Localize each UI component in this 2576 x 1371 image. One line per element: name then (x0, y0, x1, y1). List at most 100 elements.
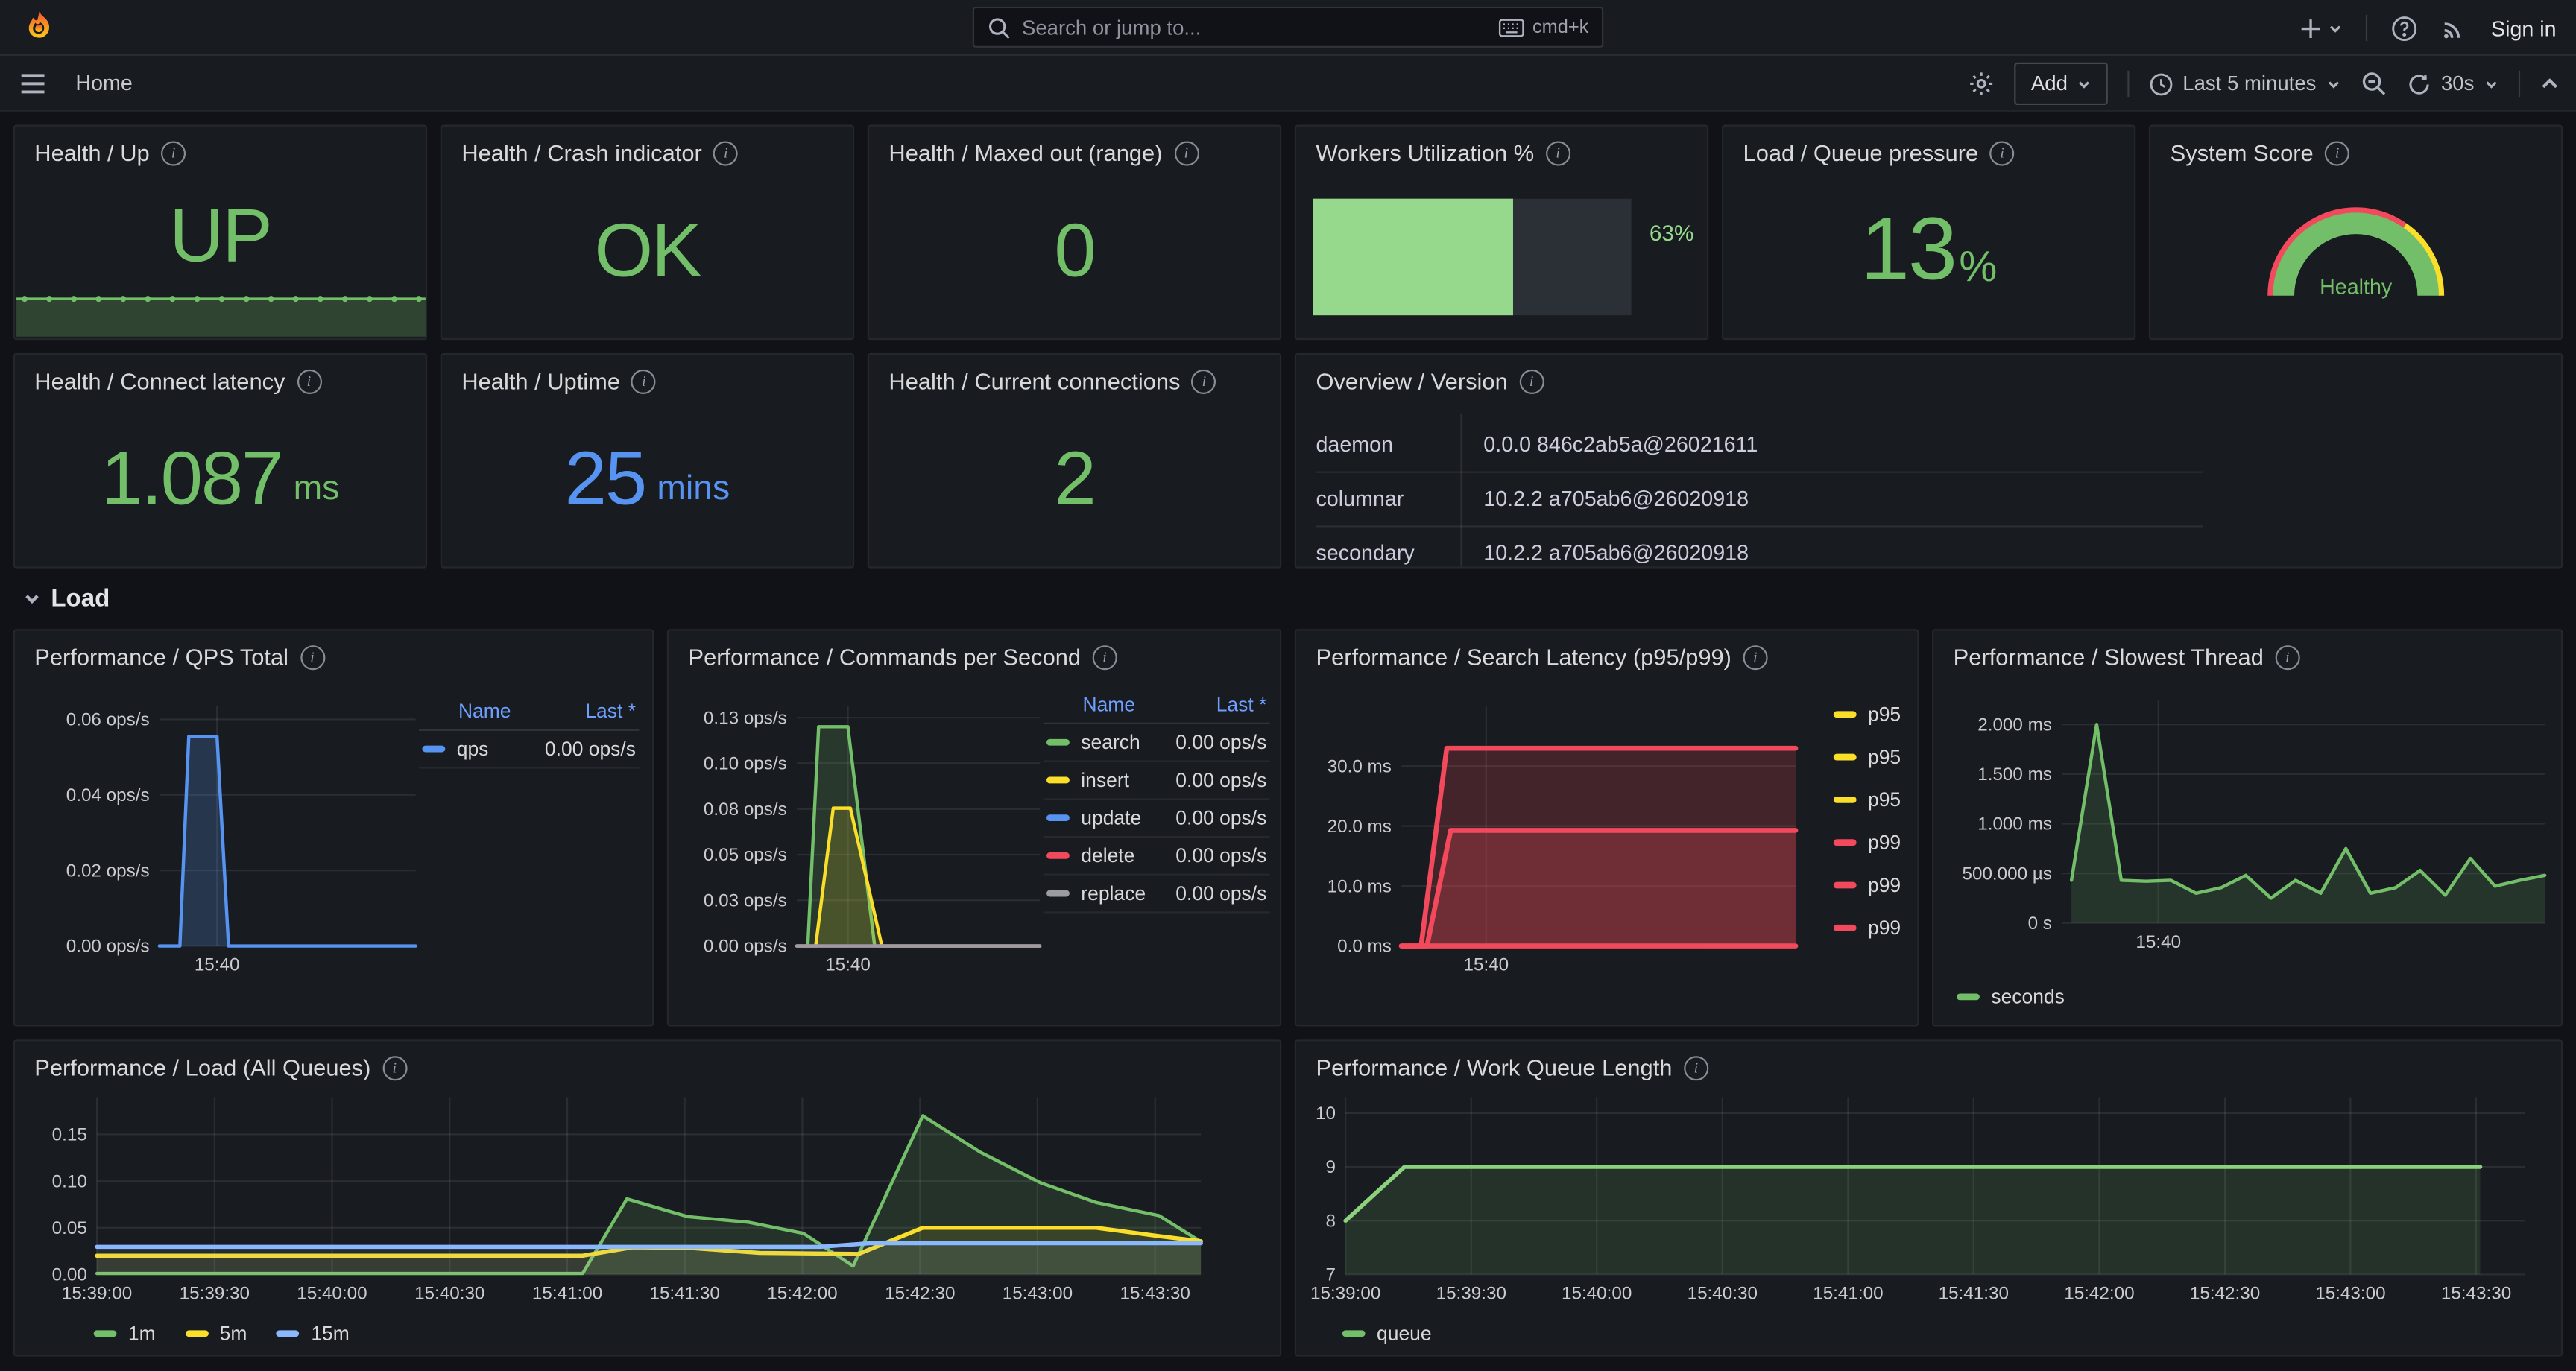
info-icon[interactable]: i (1192, 369, 1216, 393)
svg-text:30.0 ms: 30.0 ms (1328, 756, 1392, 776)
info-icon[interactable]: i (1519, 369, 1544, 393)
panel-title[interactable]: Health / Connect latency (34, 368, 285, 394)
info-icon[interactable]: i (1092, 645, 1117, 669)
stat-value: 0 (1054, 204, 1094, 293)
svg-text:15:41:00: 15:41:00 (532, 1283, 602, 1303)
up-sparkline[interactable] (16, 292, 427, 337)
legend-item[interactable]: 15m (277, 1322, 350, 1345)
dashboard-toolbar: Home Add Last 5 minutes 30s (0, 56, 2576, 112)
panel-version: Overview / Version i daemon 0.0.0 846c2ab… (1295, 353, 2563, 569)
svg-text:0.10 ops/s: 0.10 ops/s (704, 753, 787, 773)
panel-title[interactable]: Performance / Search Latency (p95/p99) (1316, 644, 1731, 670)
row-toggle-load[interactable]: Load (23, 585, 110, 612)
info-icon[interactable]: i (1684, 1055, 1708, 1080)
help-icon[interactable] (2391, 14, 2419, 42)
dashboard-content: Health / Upi UP Health / Crash indicator… (0, 112, 2576, 1371)
table-row[interactable]: daemon 0.0.0 846c2ab5a@26021611 (1316, 417, 2545, 472)
sign-in-button[interactable]: Sign in (2491, 16, 2557, 40)
svg-text:0.00 ops/s: 0.00 ops/s (704, 937, 787, 957)
legend-item[interactable]: qps0.00 ops/s (419, 731, 639, 769)
panel-title[interactable]: Performance / Load (All Queues) (34, 1054, 370, 1080)
legend-item[interactable]: p95 (1834, 703, 1901, 726)
load-chart[interactable]: 15:39:0015:39:3015:40:0015:40:3015:41:00… (22, 1084, 1277, 1324)
panel-title[interactable]: Health / Crash indicator (461, 139, 701, 165)
legend-item[interactable]: delete0.00 ops/s (1044, 838, 1270, 876)
panel-title[interactable]: Performance / Slowest Thread (1954, 644, 2264, 670)
panel-title[interactable]: Overview / Version (1316, 368, 1507, 394)
chevron-up-icon[interactable] (2540, 74, 2560, 93)
zoom-out-icon[interactable] (2361, 71, 2387, 97)
table-row[interactable]: columnar 10.2.2 a705ab6@26020918 (1316, 472, 2545, 526)
time-range-picker[interactable]: Last 5 minutes (2148, 72, 2341, 96)
info-icon[interactable]: i (161, 140, 186, 165)
info-icon[interactable]: i (1546, 140, 1570, 165)
info-icon[interactable]: i (1174, 140, 1199, 165)
queue-chart[interactable]: 15:39:0015:39:3015:40:0015:40:3015:41:00… (1303, 1084, 2558, 1324)
panel-title[interactable]: Performance / QPS Total (34, 644, 288, 670)
panel-current-connections: Health / Current connectionsi 2 (868, 353, 1281, 569)
commands-legend: NameLast *search0.00 ops/sinsert0.00 ops… (1044, 693, 1270, 913)
panel-system-score: System Score i Healthy (2149, 125, 2563, 341)
info-icon[interactable]: i (1990, 140, 2015, 165)
legend-item[interactable]: insert0.00 ops/s (1044, 762, 1270, 800)
panel-title[interactable]: Health / Current connections (888, 368, 1180, 394)
legend-item[interactable]: p95 (1834, 788, 1901, 811)
legend-item[interactable]: p95 (1834, 746, 1901, 769)
legend-item[interactable]: queue (1342, 1322, 1432, 1345)
bar-gauge[interactable] (1313, 199, 1632, 315)
svg-text:15:43:00: 15:43:00 (1003, 1283, 1073, 1303)
panel-connect-latency: Health / Connect latencyi 1.087 ms (13, 353, 427, 569)
panel-title[interactable]: System Score (2171, 139, 2314, 165)
refresh-picker[interactable]: 30s (2407, 72, 2499, 96)
svg-text:20.0 ms: 20.0 ms (1328, 817, 1392, 837)
legend-item[interactable]: 1m (94, 1322, 156, 1345)
legend-item[interactable]: p99 (1834, 916, 1901, 940)
svg-text:0.05 ops/s: 0.05 ops/s (704, 845, 787, 865)
breadcrumb[interactable]: Home (75, 71, 132, 95)
svg-text:0.0 ms: 0.0 ms (1337, 937, 1392, 957)
panel-title[interactable]: Workers Utilization % (1316, 139, 1534, 165)
panel-title[interactable]: Performance / Work Queue Length (1316, 1054, 1672, 1080)
info-icon[interactable]: i (297, 369, 321, 393)
legend-item[interactable]: seconds (1957, 985, 2065, 1008)
news-rss-icon[interactable] (2442, 15, 2468, 41)
load-legend: 1m 5m 15m (94, 1322, 350, 1345)
info-icon[interactable]: i (382, 1055, 407, 1080)
legend-item[interactable]: p99 (1834, 831, 1901, 854)
legend-item[interactable]: replace0.00 ops/s (1044, 876, 1270, 914)
legend-item[interactable]: update0.00 ops/s (1044, 800, 1270, 838)
panel-qps-total: Performance / QPS Totali 15:400.06 ops/s… (13, 629, 654, 1026)
info-icon[interactable]: i (2275, 645, 2299, 669)
svg-text:7: 7 (1325, 1265, 1335, 1285)
legend-item[interactable]: search0.00 ops/s (1044, 724, 1270, 762)
gear-icon[interactable] (1969, 71, 1995, 97)
info-icon[interactable]: i (1743, 645, 1767, 669)
menu-icon[interactable] (19, 72, 45, 95)
table-row[interactable]: secondary 10.2.2 a705ab6@26020918 (1316, 525, 2545, 568)
info-icon[interactable]: i (300, 645, 324, 669)
latency-chart[interactable]: 15:4030.0 ms20.0 ms10.0 ms0.0 ms (1303, 683, 1914, 1012)
system-score-gauge[interactable]: Healthy (2257, 193, 2454, 311)
stat-value: OK (594, 204, 700, 293)
panel-title[interactable]: Health / Maxed out (range) (888, 139, 1162, 165)
panel-slowest-thread: Performance / Slowest Thread i 15:402.000… (1932, 629, 2563, 1026)
svg-text:15:40: 15:40 (2135, 932, 2181, 952)
chevron-down-icon (2329, 21, 2343, 36)
grafana-logo[interactable] (22, 9, 57, 45)
add-menu-button[interactable] (2299, 16, 2343, 40)
info-icon[interactable]: i (631, 369, 656, 393)
panel-title[interactable]: Health / Uptime (461, 368, 620, 394)
slowest-chart[interactable]: 15:402.000 ms1.500 ms1.000 ms500.000 µs0… (1940, 683, 2558, 975)
gauge-value: Healthy (2320, 274, 2393, 298)
legend-item[interactable]: 5m (185, 1322, 247, 1345)
panel-title[interactable]: Performance / Commands per Second (689, 644, 1082, 670)
add-button[interactable]: Add (2015, 63, 2107, 105)
refresh-icon (2407, 72, 2431, 96)
info-icon[interactable]: i (713, 140, 738, 165)
panel-title[interactable]: Health / Up (34, 139, 149, 165)
search-input[interactable]: Search or jump to... cmd+k (973, 7, 1603, 48)
legend-item[interactable]: p99 (1834, 874, 1901, 897)
info-icon[interactable]: i (2325, 140, 2349, 165)
panel-title[interactable]: Load / Queue pressure (1743, 139, 1979, 165)
svg-text:500.000 µs: 500.000 µs (1962, 864, 2051, 884)
